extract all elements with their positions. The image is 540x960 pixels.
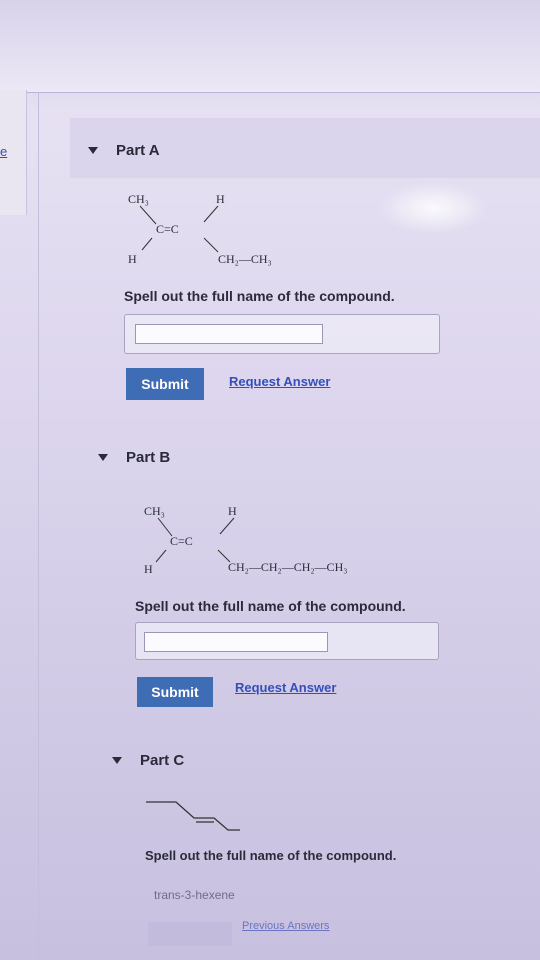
- part-b-structure: CH₃ H C=C H CH₂—CH₂—CH₂—CH₃: [140, 504, 420, 576]
- h-left-label: H: [128, 252, 137, 266]
- part-a-label: Part A: [116, 142, 160, 159]
- ch3-label: CH₃: [128, 192, 149, 206]
- h-left-label: H: [144, 562, 153, 576]
- part-b-answer-input[interactable]: [144, 632, 328, 652]
- part-a-prompt: Spell out the full name of the compound.: [124, 288, 395, 304]
- part-b-label: Part B: [126, 449, 171, 466]
- part-c-submit-area[interactable]: [148, 922, 232, 946]
- part-b-request-answer-link[interactable]: Request Answer: [235, 680, 336, 695]
- caret-down-icon: [112, 757, 122, 764]
- caret-down-icon: [88, 147, 98, 154]
- sidebar-link[interactable]: e: [0, 144, 7, 159]
- part-a-submit-button[interactable]: Submit: [126, 368, 204, 400]
- part-a-header[interactable]: Part A: [88, 142, 160, 159]
- caret-down-icon: [98, 454, 108, 461]
- part-b-header[interactable]: Part B: [98, 449, 170, 466]
- top-background: [0, 0, 540, 93]
- part-b-answer-box: [135, 622, 439, 660]
- part-a-structure: CH₃ H C=C H CH₂—CH₃: [120, 192, 320, 266]
- part-c-prompt: Spell out the full name of the compound.: [145, 848, 397, 863]
- part-a-request-answer-link[interactable]: Request Answer: [229, 374, 330, 389]
- part-b-submit-button[interactable]: Submit: [137, 677, 213, 707]
- part-a-answer-box: [124, 314, 440, 354]
- part-c-skeletal-structure: [146, 801, 240, 831]
- h-top-label: H: [216, 192, 225, 206]
- part-b-prompt: Spell out the full name of the compound.: [135, 598, 406, 614]
- double-bond-label: C=C: [170, 534, 193, 548]
- chain-label: CH₂—CH₂—CH₂—CH₃: [228, 560, 348, 574]
- chain-label: CH₂—CH₃: [218, 252, 272, 266]
- part-c-header[interactable]: Part C: [112, 752, 184, 769]
- screen-glare: [378, 182, 488, 234]
- part-c-previous-answers-link[interactable]: Previous Answers: [242, 920, 329, 932]
- double-bond-label: C=C: [156, 222, 179, 236]
- ch3-label: CH₃: [144, 504, 165, 518]
- part-a-answer-input[interactable]: [135, 324, 323, 344]
- part-c-label: Part C: [140, 752, 185, 769]
- h-top-label: H: [228, 504, 237, 518]
- part-c-answer-text: trans-3-hexene: [154, 888, 235, 902]
